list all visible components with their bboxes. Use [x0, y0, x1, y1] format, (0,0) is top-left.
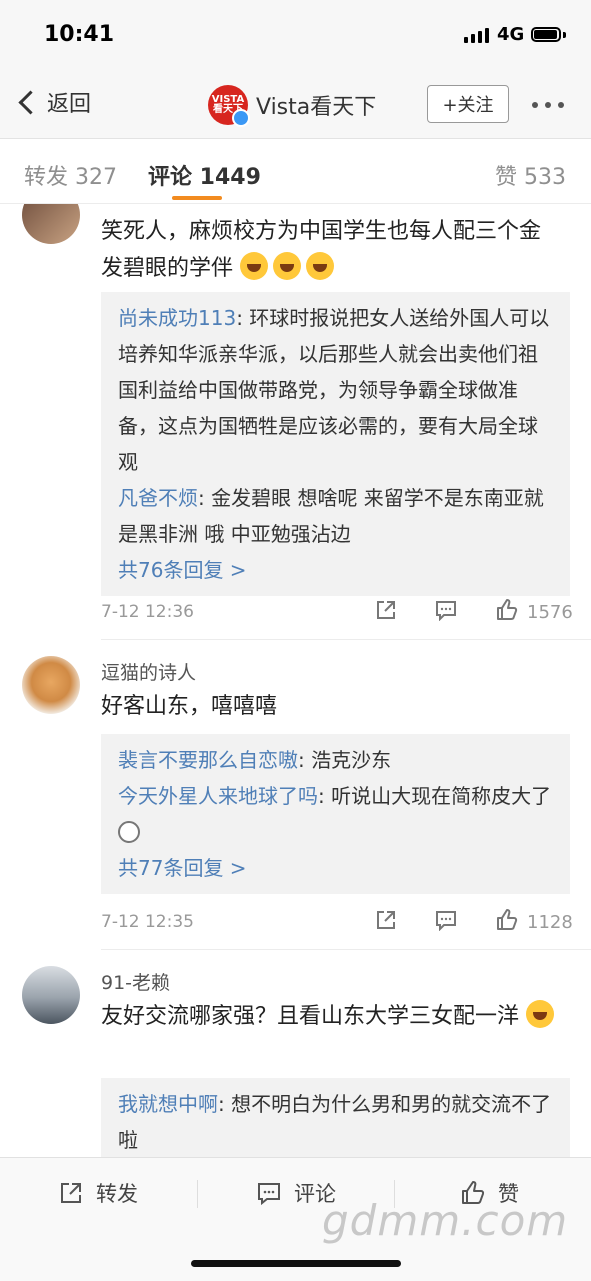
- divider: [101, 639, 591, 640]
- battery-cap: [563, 32, 566, 38]
- watermark-text: gdmm.com: [322, 1196, 569, 1245]
- toolbar-divider: [197, 1180, 198, 1208]
- comment-meta: 7-12 12:36 1576: [101, 598, 573, 628]
- thumbs-up-icon[interactable]: [495, 908, 519, 932]
- comment-body: 友好交流哪家强？且看山东大学三女配一洋: [101, 1004, 520, 1029]
- more-options-icon[interactable]: [532, 102, 564, 108]
- account-avatar[interactable]: VISTA 看天下: [208, 85, 250, 127]
- reply-preview-box[interactable]: 裴言不要那么自恋嗷: 浩克沙东 今天外星人来地球了吗: 听说山大现在简称皮大了 …: [101, 734, 570, 894]
- repost-button[interactable]: 转发: [58, 1178, 138, 1208]
- share-icon: [61, 1183, 81, 1203]
- reply-text: : 环球时报说把女人送给外国人可以培养知华派亲华派，以后那些人就会出卖他们祖国利…: [118, 306, 550, 474]
- reply-username[interactable]: 尚未成功113: [118, 306, 236, 330]
- comment-text: 好客山东，嘻嘻嘻: [101, 694, 278, 719]
- nav-bar: 返回 VISTA 看天下 Vista看天下 +关注: [0, 72, 591, 139]
- reply-text: : 听说山大现在简称皮大了: [318, 784, 552, 808]
- comment-date: 7-12 12:36: [101, 602, 194, 622]
- battery-icon: [531, 27, 561, 42]
- divider: [101, 949, 591, 950]
- active-tab-indicator: [172, 196, 222, 200]
- back-label: 返回: [47, 92, 92, 117]
- tab-bar: 转发 327 评论 1449 赞 533: [0, 139, 591, 204]
- network-type: 4G: [497, 24, 525, 45]
- tab-reposts[interactable]: 转发 327: [24, 159, 117, 191]
- follow-button[interactable]: +关注: [427, 85, 509, 123]
- user-avatar[interactable]: [22, 204, 80, 244]
- reply-item: 尚未成功113: 环球时报说把女人送给外国人可以培养知华派亲华派，以后那些人就会…: [118, 300, 554, 480]
- user-avatar[interactable]: [22, 966, 80, 1024]
- reply-username[interactable]: 裴言不要那么自恋嗷: [118, 748, 298, 772]
- status-time: 10:41: [44, 22, 115, 47]
- panda-emoji-icon: [118, 821, 140, 843]
- reply-preview-box[interactable]: 我就想中啊: 想不明白为什么男和男的就交流不了啦: [101, 1078, 570, 1157]
- laughing-emoji-icon: [306, 252, 335, 280]
- share-icon[interactable]: [375, 909, 397, 931]
- reply-item: 我就想中啊: 想不明白为什么男和男的就交流不了啦: [118, 1086, 554, 1157]
- user-avatar[interactable]: [22, 656, 80, 714]
- reply-username[interactable]: 凡爸不烦: [118, 486, 198, 510]
- comment-text: 笑死人，麻烦校方为中国学生也每人配三个金发碧眼的学伴: [101, 213, 561, 287]
- more-replies-link[interactable]: 共77条回复 >: [118, 850, 554, 886]
- share-icon[interactable]: [375, 599, 397, 621]
- comment-icon: [258, 1183, 280, 1206]
- thumbs-up-icon[interactable]: [495, 598, 519, 622]
- signal-icon: [464, 28, 489, 43]
- back-button[interactable]: 返回: [16, 86, 91, 118]
- comment-username[interactable]: 91-老赖: [101, 968, 170, 995]
- laughing-emoji-icon: [240, 252, 269, 280]
- comment-text: 友好交流哪家强？且看山东大学三女配一洋: [101, 998, 561, 1035]
- comment-username[interactable]: 逗猫的诗人: [101, 658, 196, 685]
- reply-username[interactable]: 我就想中啊: [118, 1092, 218, 1116]
- more-replies-link[interactable]: 共76条回复 >: [118, 552, 554, 588]
- status-bar: 10:41 4G: [0, 0, 591, 72]
- reply-text: : 浩克沙东: [298, 748, 392, 772]
- bottom-action-bar: 转发 评论 赞 gdmm.com: [0, 1157, 591, 1281]
- comment-icon[interactable]: [435, 909, 457, 931]
- tab-comments[interactable]: 评论 1449: [148, 159, 261, 191]
- account-header[interactable]: VISTA 看天下 Vista看天下: [208, 85, 376, 127]
- comment-date: 7-12 12:35: [101, 912, 194, 932]
- tab-likes[interactable]: 赞 533: [495, 159, 566, 191]
- comment-meta: 7-12 12:35 1128: [101, 908, 573, 938]
- home-indicator[interactable]: [191, 1260, 401, 1267]
- comment-icon[interactable]: [435, 599, 457, 621]
- drooling-emoji-icon: [526, 1000, 555, 1028]
- chevron-left-icon: [18, 89, 43, 115]
- repost-label: 转发: [96, 1182, 138, 1206]
- like-count: 1128: [527, 912, 573, 933]
- account-name[interactable]: Vista看天下: [256, 89, 376, 121]
- reply-preview-box[interactable]: 尚未成功113: 环球时报说把女人送给外国人可以培养知华派亲华派，以后那些人就会…: [101, 292, 570, 596]
- reply-item: 裴言不要那么自恋嗷: 浩克沙东: [118, 742, 554, 778]
- reply-username[interactable]: 今天外星人来地球了吗: [118, 784, 318, 808]
- reply-item: 今天外星人来地球了吗: 听说山大现在简称皮大了: [118, 778, 554, 850]
- reply-item: 凡爸不烦: 金发碧眼 想啥呢 来留学不是东南亚就是黑非洲 哦 中亚勉强沾边: [118, 480, 554, 552]
- verified-icon: [232, 109, 250, 127]
- like-count: 1576: [527, 602, 573, 623]
- comment-list[interactable]: 笑死人，麻烦校方为中国学生也每人配三个金发碧眼的学伴 尚未成功113: 环球时报…: [0, 204, 591, 1157]
- laughing-emoji-icon: [273, 252, 302, 280]
